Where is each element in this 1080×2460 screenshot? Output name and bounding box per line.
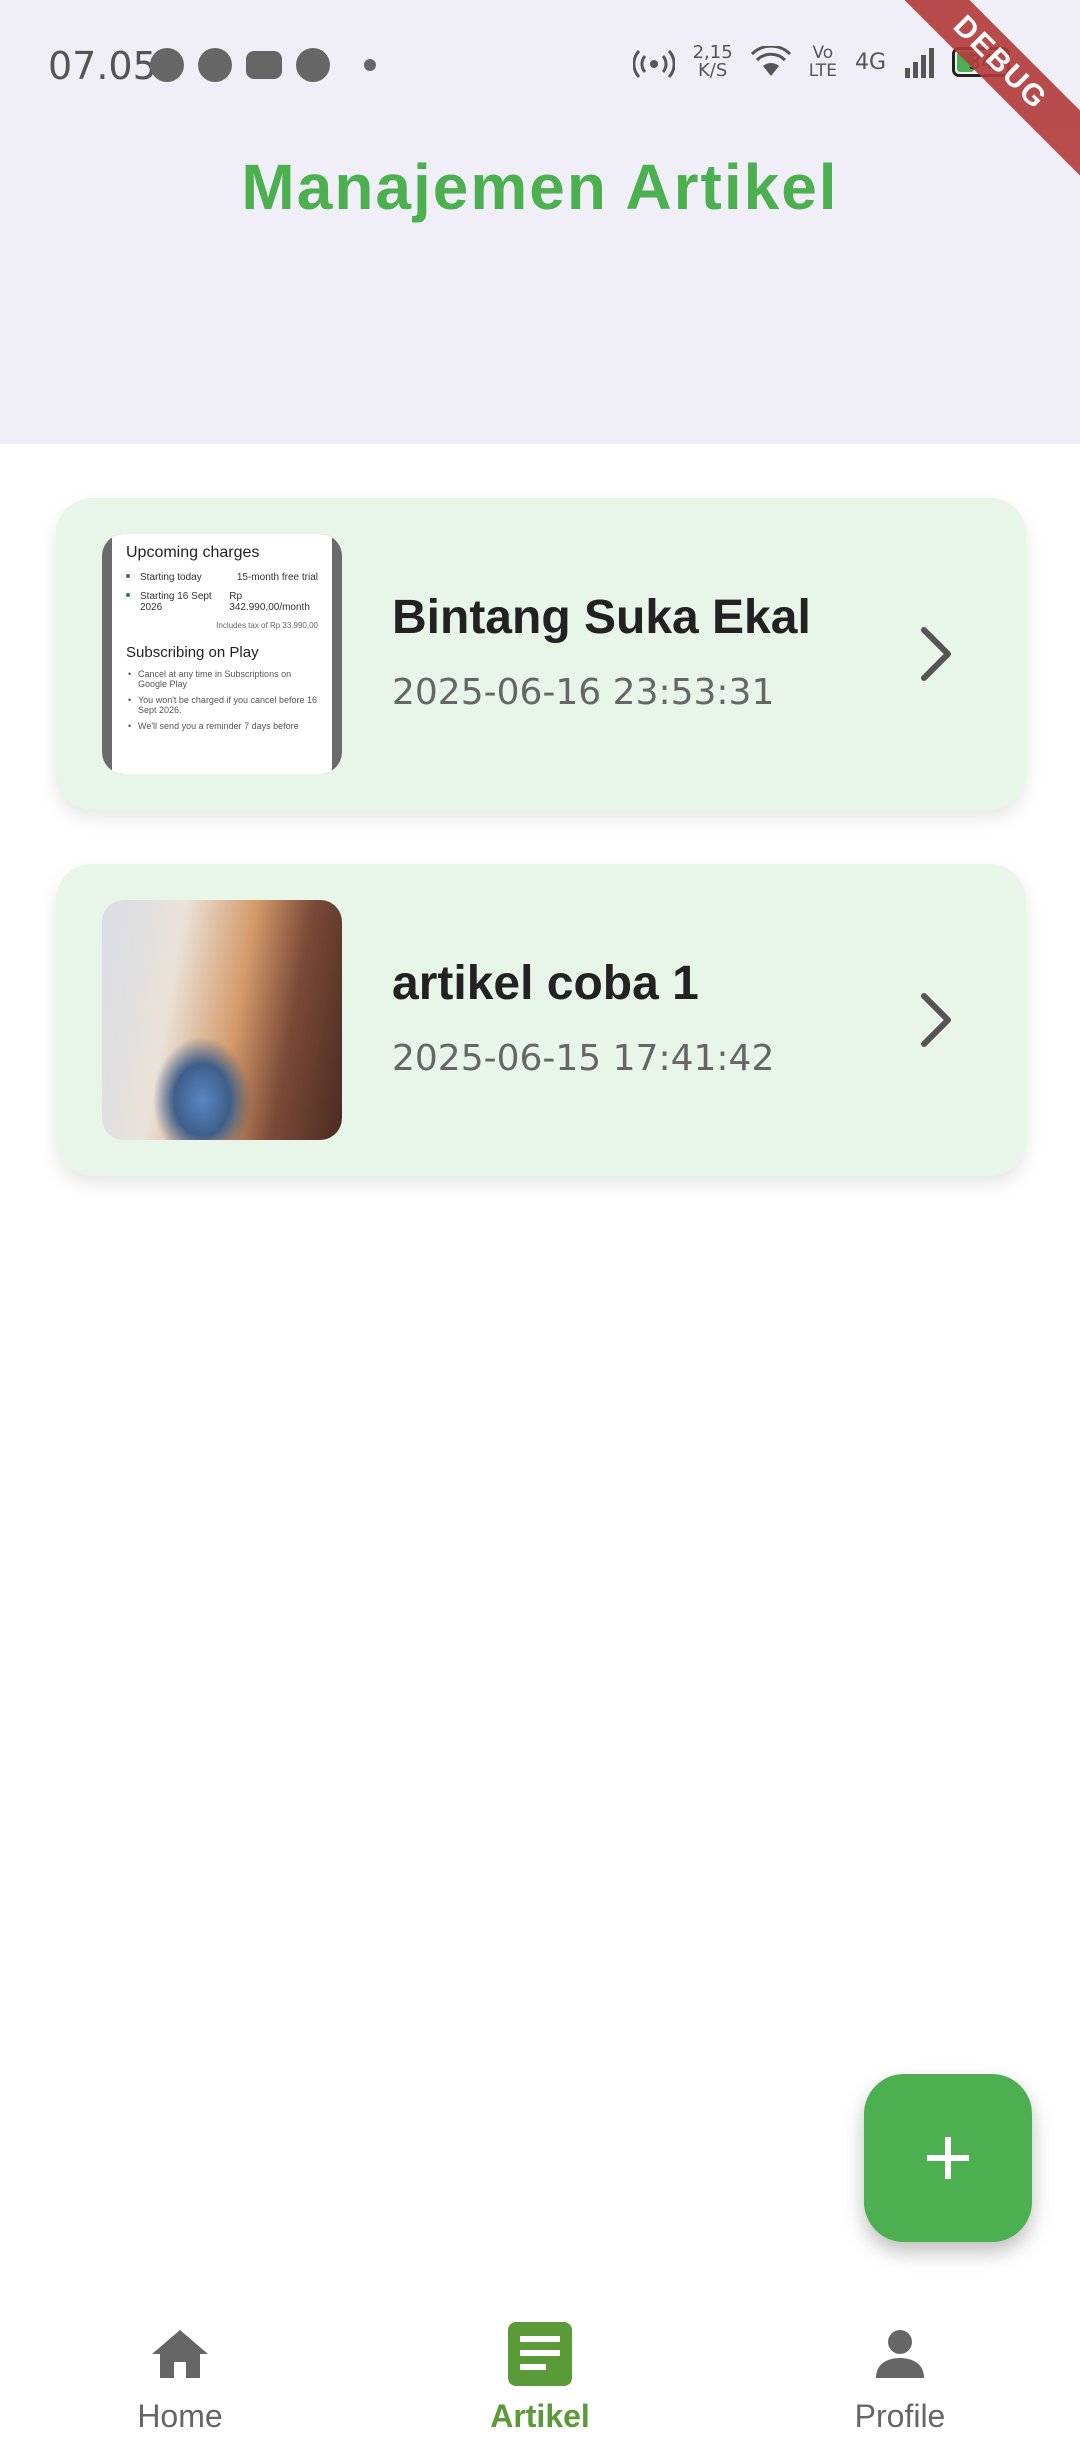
whatsapp-icon bbox=[150, 48, 184, 82]
article-date: 2025-06-16 23:53:31 bbox=[392, 672, 775, 713]
article-card[interactable]: artikel coba 1 2025-06-15 17:41:42 bbox=[56, 864, 1026, 1176]
home-icon bbox=[152, 2330, 208, 2378]
notification-icons bbox=[150, 48, 376, 82]
nav-item-profile[interactable]: Profile bbox=[780, 2322, 1020, 2435]
nav-item-artikel[interactable]: Artikel bbox=[420, 2322, 660, 2435]
article-title: artikel coba 1 bbox=[392, 957, 699, 1010]
article-thumbnail bbox=[102, 900, 342, 1140]
status-time: 07.05 bbox=[48, 44, 157, 88]
network-speed: 2,15 K/S bbox=[692, 42, 733, 81]
nav-label: Artikel bbox=[490, 2398, 590, 2434]
bottom-navigation: Home Artikel Profile bbox=[0, 2288, 1080, 2460]
article-card[interactable]: Upcoming charges Starting today 15-month … bbox=[56, 498, 1026, 810]
chevron-right-icon[interactable] bbox=[916, 624, 956, 684]
article-icon bbox=[508, 2322, 572, 2386]
hotspot-icon bbox=[632, 49, 675, 79]
wifi-icon bbox=[750, 46, 791, 76]
person-icon bbox=[876, 2330, 924, 2378]
page-title: Manajemen Artikel bbox=[241, 151, 839, 223]
app-notification-icon bbox=[296, 48, 330, 82]
article-title: Bintang Suka Ekal bbox=[392, 591, 811, 644]
status-bar: 07.05 2,15 K/S Vo LTE 4G DEBUG bbox=[0, 0, 1080, 186]
app-header: 07.05 2,15 K/S Vo LTE 4G DEBUG Manajemen… bbox=[0, 0, 1080, 444]
nav-item-home[interactable]: Home bbox=[60, 2322, 300, 2435]
message-icon bbox=[198, 48, 232, 82]
more-notifications-dot-icon bbox=[364, 59, 376, 71]
article-thumbnail: Upcoming charges Starting today 15-month … bbox=[102, 534, 342, 774]
network-type: 4G bbox=[854, 49, 886, 75]
signal-icon bbox=[905, 48, 934, 78]
youtube-icon bbox=[246, 51, 282, 79]
article-date: 2025-06-15 17:41:42 bbox=[392, 1038, 775, 1079]
volte-indicator: Vo LTE bbox=[808, 43, 837, 81]
nav-label: Home bbox=[137, 2398, 223, 2434]
chevron-right-icon[interactable] bbox=[916, 990, 956, 1050]
plus-icon bbox=[927, 2137, 969, 2179]
nav-label: Profile bbox=[854, 2398, 946, 2434]
add-article-button[interactable] bbox=[864, 2074, 1032, 2242]
